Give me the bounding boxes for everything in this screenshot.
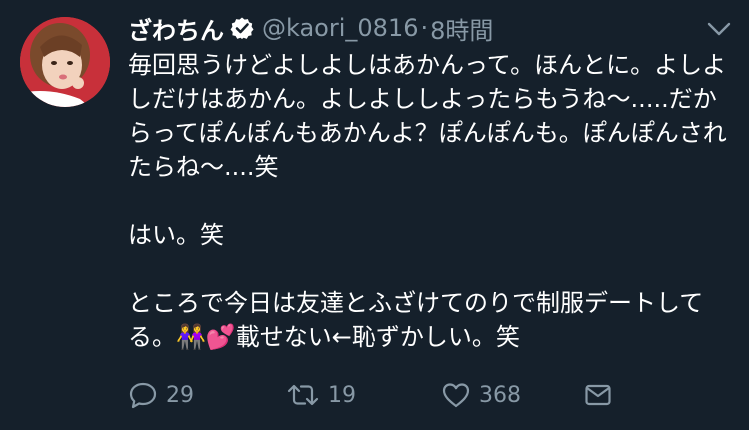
display-name[interactable]: ざわちん xyxy=(128,11,224,46)
like-count: 368 xyxy=(479,382,521,408)
avatar[interactable] xyxy=(20,17,110,107)
reply-icon xyxy=(128,380,158,410)
user-handle[interactable]: @kaori_0816 xyxy=(262,14,418,42)
retweet-count: 19 xyxy=(328,382,356,408)
tweet-text: 毎回思うけどよしよしはあかんって。ほんとに。よしよしだけはあかん。よしよししよっ… xyxy=(128,48,728,354)
tweet-paragraph-1: 毎回思うけどよしよしはあかんって。ほんとに。よしよしだけはあかん。よしよししよっ… xyxy=(128,51,727,181)
like-button[interactable]: 368 xyxy=(441,380,583,410)
retweet-icon xyxy=(286,380,320,410)
heart-icon xyxy=(441,380,471,410)
direct-message-button[interactable] xyxy=(583,380,613,410)
verified-badge-icon xyxy=(230,16,254,40)
reply-button[interactable]: 29 xyxy=(128,380,286,410)
reply-count: 29 xyxy=(166,382,194,408)
chevron-down-icon[interactable] xyxy=(704,16,734,42)
tweet-header: ざわちん @kaori_0816 · 8時間 xyxy=(128,10,493,46)
tweet-paragraph-2: はい。笑 xyxy=(128,221,224,249)
tweet-paragraph-3: ところで今日は友達とふざけてのりで制服デートしてる。👭💕載せない←恥ずかしい。笑 xyxy=(128,289,704,351)
retweet-button[interactable]: 19 xyxy=(286,380,441,410)
tweet-actions: 29 19 368 xyxy=(128,377,613,413)
tweet-timestamp[interactable]: 8時間 xyxy=(430,11,493,46)
mail-icon xyxy=(583,380,613,410)
separator-dot: · xyxy=(420,14,429,42)
